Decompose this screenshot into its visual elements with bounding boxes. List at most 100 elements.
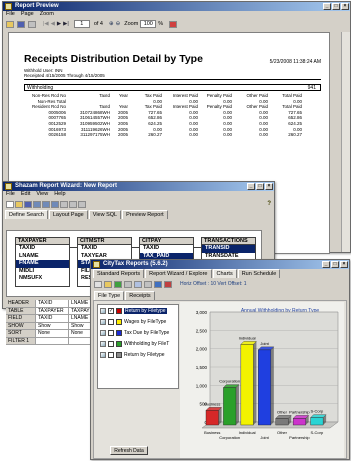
grid-cell[interactable]: FILTER 1 [6, 337, 36, 344]
color-swatch [116, 351, 122, 358]
tab-layout-page[interactable]: Layout Page [48, 210, 88, 219]
tab-report-wizard[interactable]: Report Wizard / Explore [145, 269, 212, 278]
tab-run-schedule[interactable]: Run Schedule [237, 269, 281, 278]
print-icon[interactable] [124, 280, 132, 288]
title-bar[interactable]: CityTax Reports (5.6.2) _ □ × [91, 260, 349, 269]
next-page-icon[interactable]: ▶ [57, 21, 61, 27]
page-input[interactable]: 1 [73, 20, 90, 28]
close-button[interactable]: × [265, 183, 273, 190]
chart-option[interactable]: Withholding by FileT [98, 338, 178, 349]
save-icon[interactable] [17, 20, 25, 28]
grid-cell[interactable]: SORT [6, 330, 36, 337]
help-icon[interactable]: ? [267, 201, 271, 207]
table-field[interactable]: NMSUFX [16, 275, 69, 283]
menu-page[interactable]: Page [21, 11, 34, 18]
menu-file[interactable]: File [6, 11, 15, 18]
minimize-button[interactable]: _ [322, 261, 330, 268]
chart-type-icon[interactable] [114, 280, 122, 288]
table-field[interactable]: TRANSID [202, 245, 255, 253]
tab-define-search[interactable]: Define Search [5, 210, 48, 219]
sql-icon[interactable] [69, 200, 77, 208]
add-table-icon[interactable] [33, 200, 41, 208]
sub-tabs: File Type Receipts [94, 291, 156, 300]
save-icon[interactable] [24, 200, 32, 208]
palette-icon[interactable] [104, 280, 112, 288]
menu-file[interactable]: File [6, 191, 15, 198]
chart-option[interactable]: ✓ Return by Filetype [98, 305, 178, 316]
menu-zoom[interactable]: Zoom [40, 11, 54, 18]
table-field[interactable]: FNAME [16, 260, 69, 268]
table-field[interactable]: LNAME [16, 253, 69, 261]
maximize-button[interactable]: □ [331, 261, 339, 268]
option-checkbox[interactable] [108, 340, 114, 347]
grid-cell[interactable]: TAXPAYER [36, 307, 69, 314]
last-page-icon[interactable]: ▶| [63, 21, 69, 27]
grid-cell[interactable]: FIELD [6, 315, 36, 322]
maximize-button[interactable]: □ [332, 3, 340, 10]
refresh-data-button[interactable]: Refresh Data [110, 446, 148, 455]
option-checkbox[interactable]: ✓ [108, 307, 114, 314]
copy-icon[interactable] [144, 280, 152, 288]
minimize-button[interactable]: _ [247, 183, 255, 190]
tab-preview-report[interactable]: Preview Report [122, 210, 168, 219]
grid-cell[interactable]: Show [36, 322, 69, 329]
tab-view-sql[interactable]: View SQL [88, 210, 122, 219]
option-checkbox[interactable] [108, 318, 114, 325]
first-page-icon[interactable]: |◀ [43, 21, 49, 27]
table-header[interactable]: CITMSTR [78, 238, 131, 245]
3d-icon[interactable] [134, 280, 142, 288]
menu-edit[interactable]: Edit [21, 191, 30, 198]
table-taxpayer[interactable]: TAXPAYER TAXID LNAME FNAME MIDLI NMSUFX [15, 237, 70, 287]
chart-option[interactable]: Tax Due by FileType [98, 327, 178, 338]
remove-table-icon[interactable] [42, 200, 50, 208]
open-icon[interactable] [6, 20, 14, 28]
print-icon[interactable] [28, 20, 36, 28]
chart-option[interactable]: Wages by FileType [98, 316, 178, 327]
tab-standard-reports[interactable]: Standard Reports [93, 269, 145, 278]
zoom-in-icon[interactable]: ⊕ [109, 21, 114, 27]
grid-cell[interactable]: SHOW [6, 322, 36, 329]
grid-cell[interactable]: TAXID [36, 300, 69, 307]
title-bar[interactable]: Shazam Report Wizard: New Report _ □ × [3, 182, 274, 191]
join-icon[interactable] [51, 200, 59, 208]
table-header[interactable]: CITPAY [140, 238, 193, 245]
table-field[interactable]: MIDLI [16, 268, 69, 276]
run-icon[interactable] [78, 200, 86, 208]
vertical-scrollbar[interactable] [341, 32, 350, 252]
grid-cell[interactable]: HEADER [6, 300, 36, 307]
option-checkbox[interactable] [108, 329, 114, 336]
pointer-icon[interactable] [94, 280, 102, 288]
table-header[interactable]: TAXPAYER [16, 238, 69, 245]
grid-cell[interactable]: TABLE [6, 307, 36, 314]
grid-cell[interactable]: None [36, 330, 69, 337]
tab-file-type[interactable]: File Type [94, 291, 125, 300]
table-field[interactable]: TAXID [16, 245, 69, 253]
color-swatch [116, 307, 122, 314]
x-tick-label: Other [277, 430, 288, 435]
chart-bar-icon[interactable] [164, 280, 172, 288]
title-bar[interactable]: Report Preview _ □ × [3, 2, 350, 11]
export-icon[interactable] [154, 280, 162, 288]
close-button[interactable]: × [341, 3, 349, 10]
zoom-input[interactable]: 100 [140, 20, 157, 28]
table-field[interactable]: TAXID [78, 245, 131, 253]
new-icon[interactable] [6, 200, 14, 208]
minimize-button[interactable]: _ [323, 3, 331, 10]
grid-cell[interactable]: TAXID [36, 315, 69, 322]
table-header[interactable]: TRANSACTIONS [202, 238, 255, 245]
maximize-button[interactable]: □ [256, 183, 264, 190]
option-checkbox[interactable] [108, 351, 114, 358]
table-field[interactable]: TAXID [140, 245, 193, 253]
tab-receipts[interactable]: Receipts [125, 291, 155, 300]
open-icon[interactable] [15, 200, 23, 208]
prev-page-icon[interactable]: ◀ [51, 21, 55, 27]
menu-help[interactable]: Help [54, 191, 65, 198]
tab-charts[interactable]: Charts [212, 269, 237, 278]
grid-cell[interactable] [36, 337, 69, 344]
grid-icon[interactable] [60, 200, 68, 208]
exit-icon[interactable] [169, 20, 178, 28]
menu-view[interactable]: View [36, 191, 48, 198]
zoom-out-icon[interactable]: ⊖ [116, 21, 121, 27]
close-button[interactable]: × [340, 261, 348, 268]
chart-option[interactable]: Return by Filetype [98, 349, 178, 360]
